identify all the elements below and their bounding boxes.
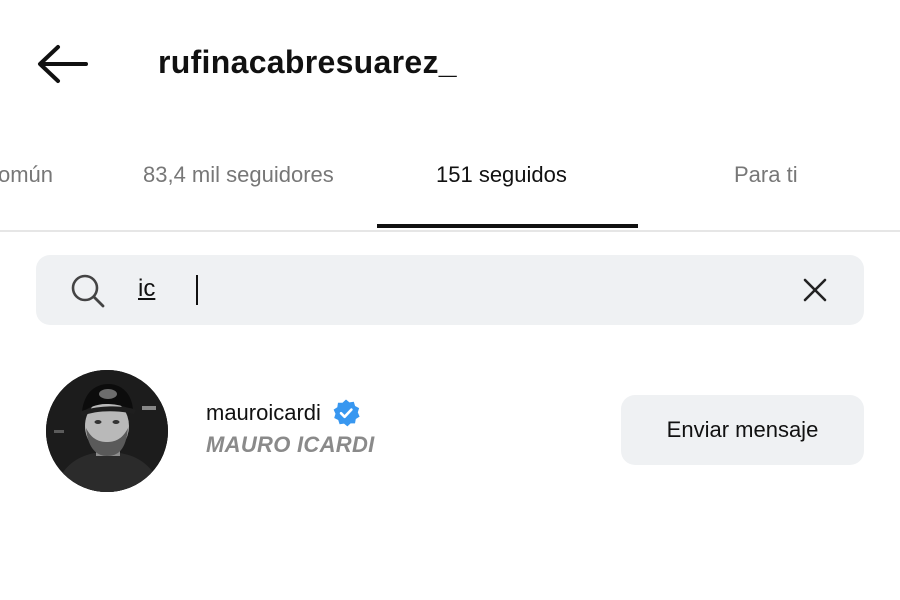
active-tab-indicator xyxy=(377,224,638,228)
verified-badge-icon xyxy=(333,399,360,427)
username: mauroicardi xyxy=(206,400,321,425)
search-bar xyxy=(36,255,864,325)
full-name: MAURO ICARDI xyxy=(206,432,375,457)
list-item: mauroicardi MAURO ICARDI Enviar mensaje xyxy=(0,360,900,500)
tab-seguidores[interactable]: 83,4 mil seguidores xyxy=(143,162,334,188)
send-message-button[interactable]: Enviar mensaje xyxy=(621,395,864,465)
text-cursor xyxy=(196,275,198,305)
search-icon xyxy=(71,274,105,308)
username-link[interactable]: mauroicardi xyxy=(206,398,361,428)
arrow-left-icon xyxy=(38,45,88,83)
following-list-screen: rufinacabresuarez_ omún 83,4 mil seguido… xyxy=(0,0,900,600)
close-icon[interactable] xyxy=(800,275,830,305)
tab-seguidos[interactable]: 151 seguidos xyxy=(436,162,567,188)
profile-photo xyxy=(46,370,168,492)
back-button[interactable] xyxy=(34,40,90,88)
tab-en-comun[interactable]: omún xyxy=(0,162,53,188)
tab-para-ti[interactable]: Para ti xyxy=(734,162,798,188)
page-title: rufinacabresuarez_ xyxy=(158,44,457,80)
tab-bar: omún 83,4 mil seguidores 151 seguidos Pa… xyxy=(0,150,900,232)
search-input[interactable] xyxy=(138,269,758,309)
avatar[interactable] xyxy=(46,370,168,492)
